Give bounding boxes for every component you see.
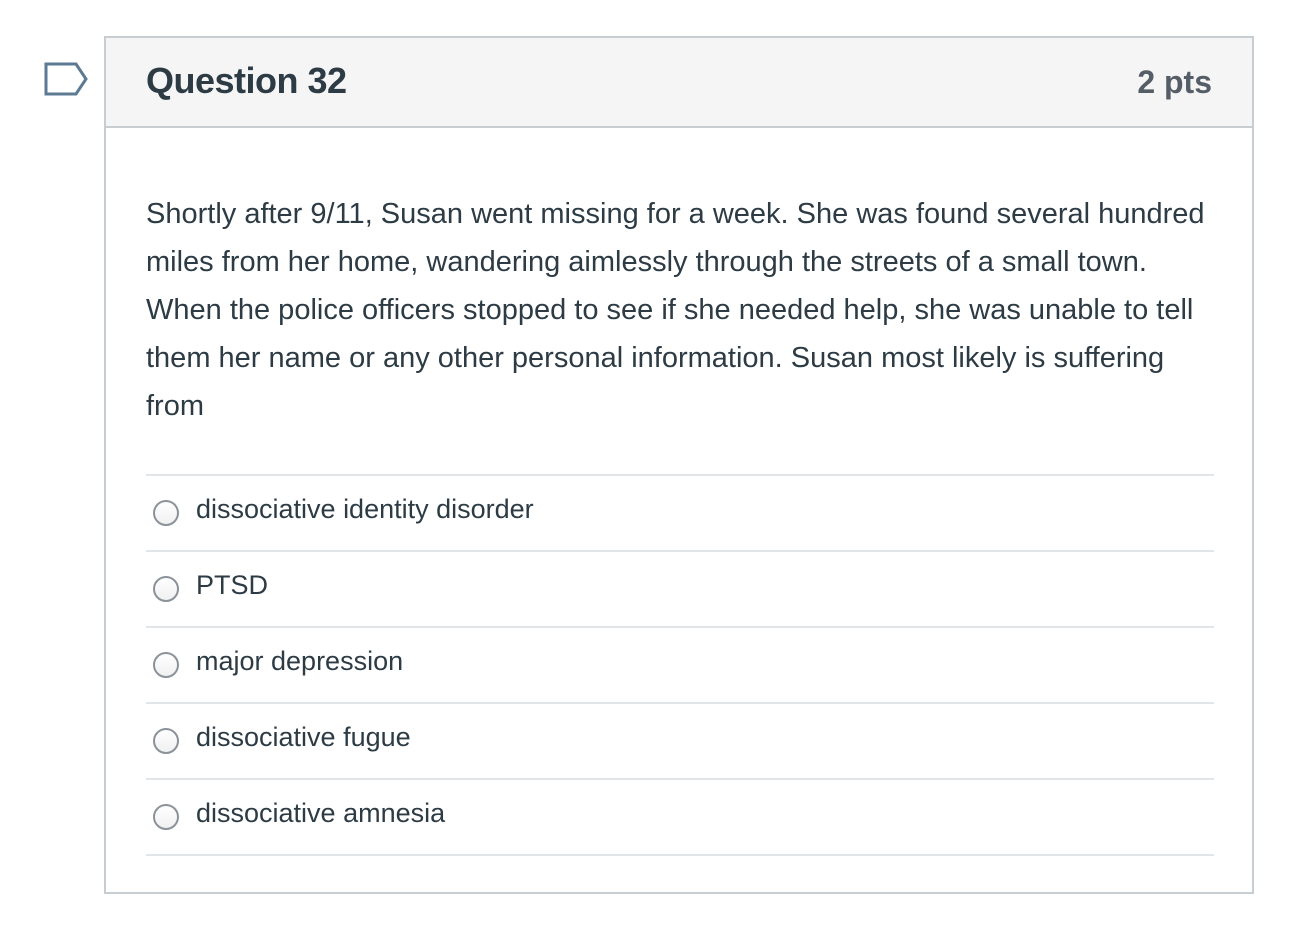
answer-label: PTSD <box>196 570 269 600</box>
radio-button[interactable] <box>153 500 179 526</box>
answer-option[interactable]: PTSD <box>146 552 1214 628</box>
question-text: Shortly after 9/11, Susan went missing f… <box>146 198 1205 422</box>
radio-button[interactable] <box>153 652 179 678</box>
answer-label: dissociative identity disorder <box>196 494 534 524</box>
answer-option[interactable]: dissociative fugue <box>146 704 1214 780</box>
answer-label: dissociative fugue <box>196 722 411 752</box>
radio-button[interactable] <box>153 728 179 754</box>
answer-list: dissociative identity disorder PTSD majo… <box>146 474 1214 856</box>
radio-button[interactable] <box>153 804 179 830</box>
answer-option[interactable]: major depression <box>146 628 1214 704</box>
answer-option[interactable]: dissociative amnesia <box>146 780 1214 856</box>
flag-question-icon[interactable] <box>44 62 88 98</box>
question-points: 2 pts <box>1137 64 1212 100</box>
answer-label: major depression <box>196 646 404 676</box>
radio-button[interactable] <box>153 576 179 602</box>
answer-label: dissociative amnesia <box>196 798 446 828</box>
question-card: Question 32 2 pts Shortly after 9/11, Su… <box>104 36 1254 894</box>
answer-option[interactable]: dissociative identity disorder <box>146 476 1214 552</box>
question-header: Question 32 2 pts <box>106 38 1252 128</box>
question-title: Question 32 <box>146 60 347 101</box>
